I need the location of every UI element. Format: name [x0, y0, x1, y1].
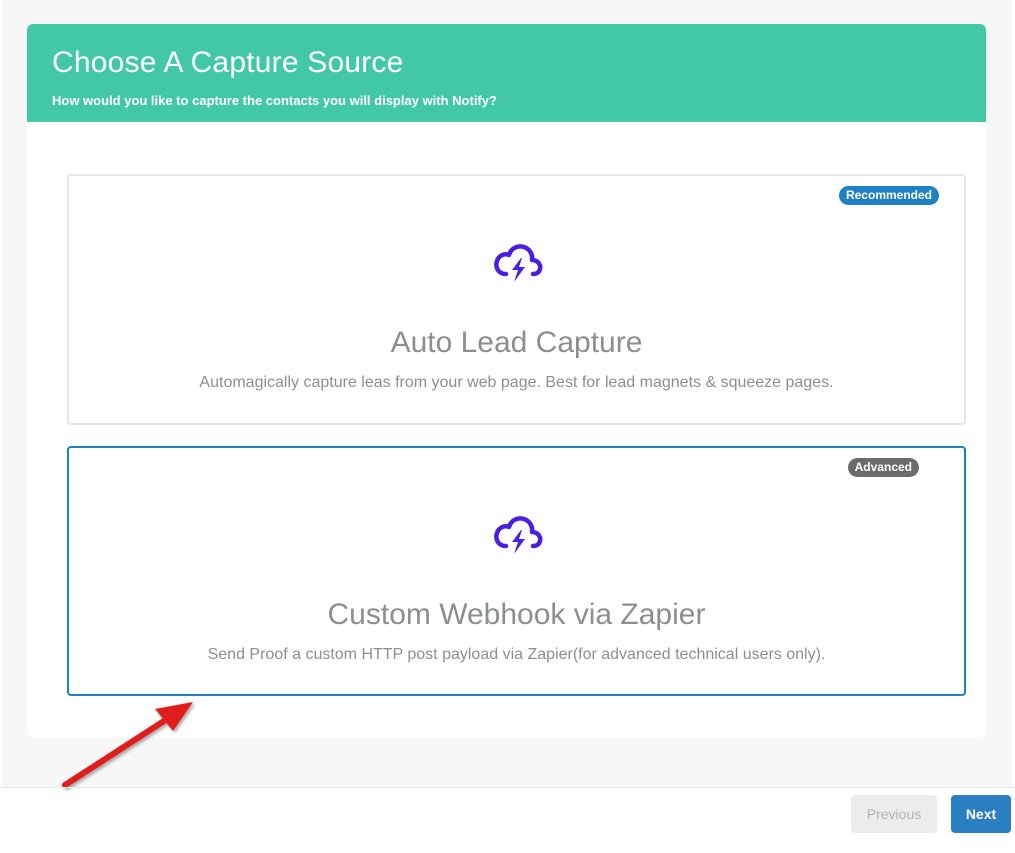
option-title: Auto Lead Capture: [390, 326, 643, 359]
page-subtitle: How would you like to capture the contac…: [52, 93, 497, 108]
option-title: Custom Webhook via Zapier: [327, 598, 706, 631]
annotation-arrow-icon: [62, 702, 193, 788]
footer-divider: [0, 787, 1015, 788]
recommended-badge: Recommended: [838, 186, 939, 205]
cloud-lightning-icon: [494, 516, 543, 554]
option-description: Send Proof a custom HTTP post payload vi…: [207, 646, 826, 663]
next-button[interactable]: Next: [951, 795, 1011, 833]
page-title: Choose A Capture Source: [52, 46, 404, 79]
panel-header: Choose A Capture Source How would you li…: [27, 24, 986, 122]
option-card-custom-webhook[interactable]: Advanced Custom Webhook via Zapier Send …: [67, 446, 966, 696]
advanced-badge: Advanced: [847, 458, 919, 477]
previous-button[interactable]: Previous: [851, 795, 937, 833]
cloud-lightning-icon: [494, 244, 543, 282]
capture-source-panel: Choose A Capture Source How would you li…: [27, 24, 986, 737]
option-description: Automagically capture leas from your web…: [199, 374, 834, 391]
option-card-auto-lead-capture[interactable]: Recommended Auto Lead Capture Automagica…: [67, 174, 966, 425]
